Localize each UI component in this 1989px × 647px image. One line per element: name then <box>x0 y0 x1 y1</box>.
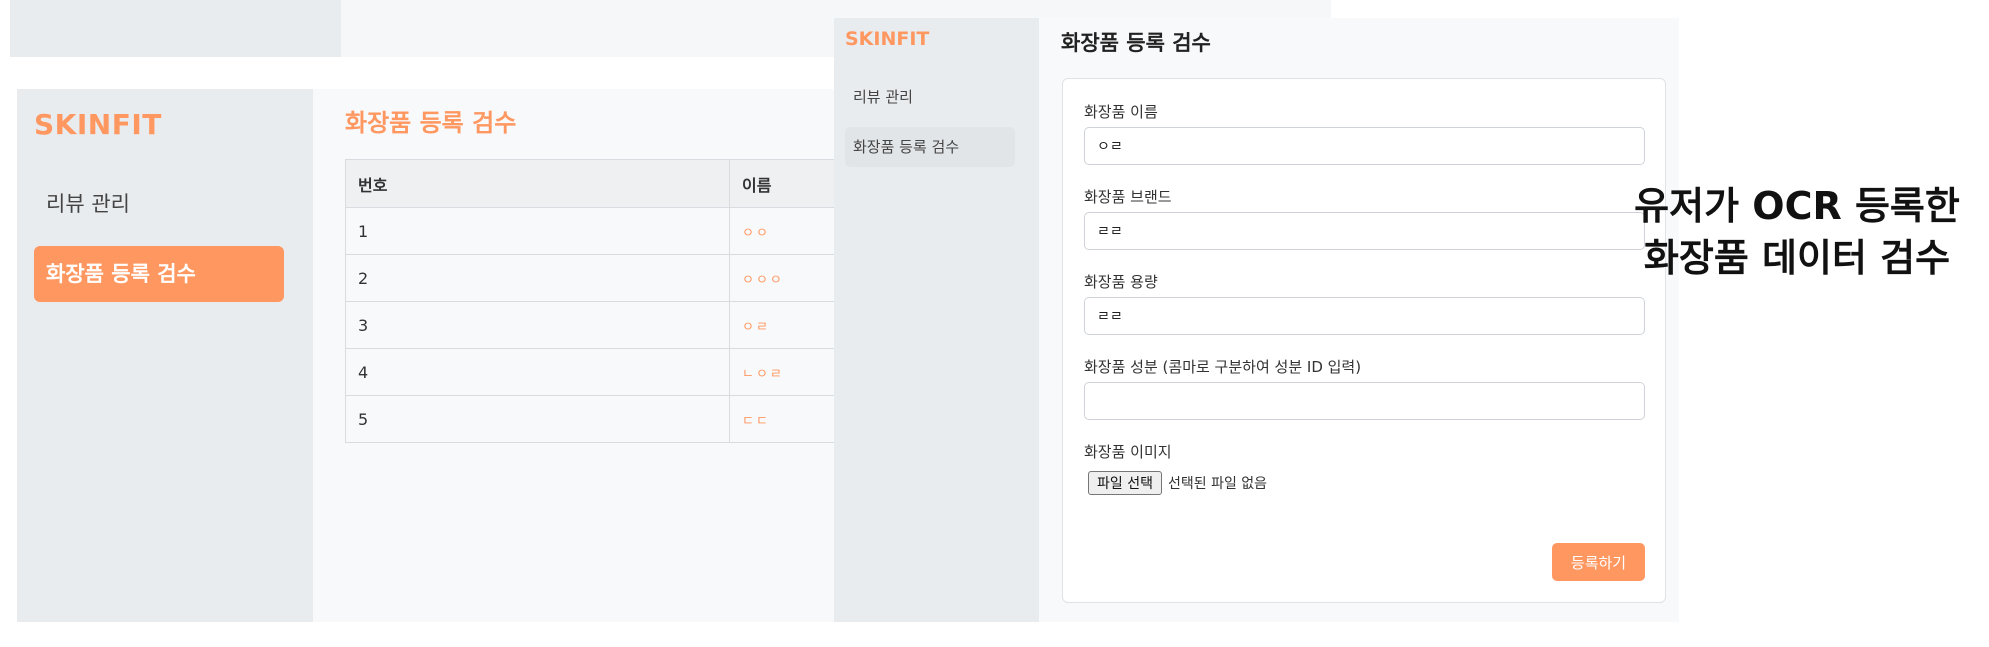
cosmetics-table: 번호 이름 1 ㅇㅇ 2 ㅇㅇㅇ 3 ㅇㄹ 4 ㄴㅇㄹ 5 ㄷㄷ <box>345 159 837 443</box>
logo[interactable]: SKINFIT <box>845 28 929 50</box>
table-row[interactable]: 3 ㅇㄹ <box>345 301 837 349</box>
cell-number: 1 <box>345 207 730 255</box>
cell-name-link[interactable]: ㄴㅇㄹ <box>729 348 837 396</box>
list-window: SKINFIT 리뷰 관리 화장품 등록 검수 화장품 등록 검수 번호 이름 … <box>17 89 837 622</box>
table-row[interactable]: 5 ㄷㄷ <box>345 395 837 443</box>
cell-number: 5 <box>345 395 730 443</box>
submit-button[interactable]: 등록하기 <box>1552 543 1645 581</box>
page-title: 화장품 등록 검수 <box>1061 31 1211 55</box>
name-label: 화장품 이름 <box>1084 103 1158 121</box>
cell-number: 4 <box>345 348 730 396</box>
sidebar: SKINFIT 리뷰 관리 화장품 등록 검수 <box>834 18 1039 622</box>
sidebar-item-review[interactable]: 리뷰 관리 <box>34 176 284 232</box>
register-form-card: 화장품 이름 화장품 브랜드 화장품 용량 화장품 성분 (콤마로 구분하여 성… <box>1062 78 1666 603</box>
sidebar: SKINFIT 리뷰 관리 화장품 등록 검수 <box>17 89 313 622</box>
file-status: 선택된 파일 없음 <box>1167 476 1268 492</box>
column-header-name: 이름 <box>729 159 837 208</box>
caption-line-1: 유저가 OCR 등록한 <box>1634 184 1960 228</box>
form-window: SKINFIT 리뷰 관리 화장품 등록 검수 화장품 등록 검수 화장품 이름… <box>834 18 1679 622</box>
cell-number: 3 <box>345 301 730 349</box>
cell-name-link[interactable]: ㅇㅇㅇ <box>729 254 837 302</box>
sidebar-item-review[interactable]: 리뷰 관리 <box>845 77 1015 117</box>
file-upload: 파일 선택 선택된 파일 없음 <box>1088 471 1267 495</box>
choose-file-button[interactable]: 파일 선택 <box>1088 471 1162 495</box>
sidebar-item-register-review[interactable]: 화장품 등록 검수 <box>845 127 1015 167</box>
table-header-row: 번호 이름 <box>345 159 837 208</box>
brand-label: 화장품 브랜드 <box>1084 188 1172 206</box>
cell-name-link[interactable]: ㅇㅇ <box>729 207 837 255</box>
table-row[interactable]: 1 ㅇㅇ <box>345 207 837 255</box>
table-row[interactable]: 2 ㅇㅇㅇ <box>345 254 837 302</box>
column-header-number: 번호 <box>345 159 730 208</box>
cell-number: 2 <box>345 254 730 302</box>
caption-line-2: 화장품 데이터 검수 <box>1643 236 1951 280</box>
background-strip <box>10 0 341 57</box>
caption: 유저가 OCR 등록한 화장품 데이터 검수 <box>1612 180 1982 284</box>
volume-field[interactable] <box>1084 297 1645 335</box>
sidebar-item-register-review[interactable]: 화장품 등록 검수 <box>34 246 284 302</box>
page-title: 화장품 등록 검수 <box>345 109 517 137</box>
volume-label: 화장품 용량 <box>1084 273 1158 291</box>
ingredients-label: 화장품 성분 (콤마로 구분하여 성분 ID 입력) <box>1084 358 1362 376</box>
brand-field[interactable] <box>1084 212 1645 250</box>
table-row[interactable]: 4 ㄴㅇㄹ <box>345 348 837 396</box>
cell-name-link[interactable]: ㅇㄹ <box>729 301 837 349</box>
name-field[interactable] <box>1084 127 1645 165</box>
ingredients-field[interactable] <box>1084 382 1645 420</box>
image-label: 화장품 이미지 <box>1084 443 1172 461</box>
cell-name-link[interactable]: ㄷㄷ <box>729 395 837 443</box>
logo[interactable]: SKINFIT <box>34 108 162 141</box>
